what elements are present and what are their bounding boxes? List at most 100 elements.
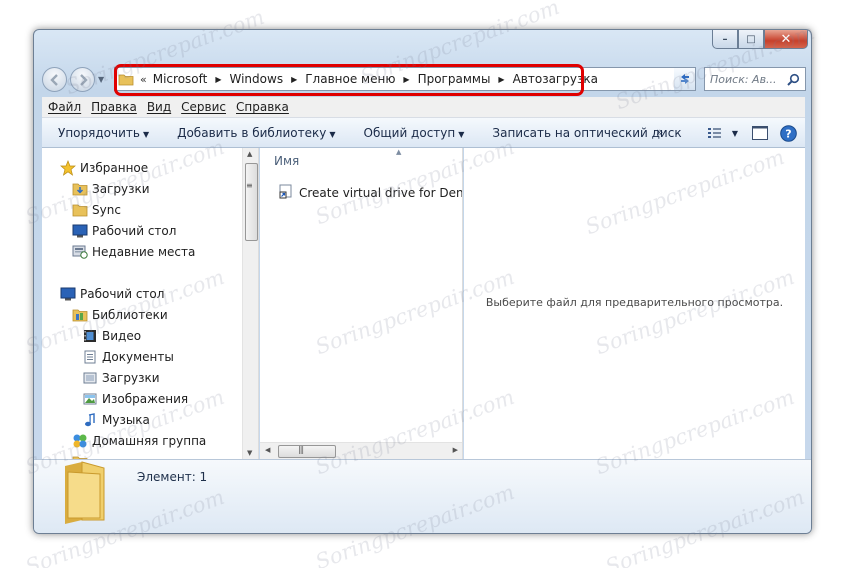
organize-label: Упорядочить [58, 125, 140, 140]
pictures-icon [82, 391, 98, 407]
preview-message: Выберите файл для предварительного просм… [485, 296, 784, 309]
tree-item-video[interactable]: Видео [82, 326, 141, 346]
scroll-left-icon[interactable]: ◀ [265, 446, 270, 454]
menu-file[interactable]: Файл [42, 100, 86, 114]
search-placeholder: Поиск: Ав... [710, 72, 777, 86]
tree-item-partial[interactable] [72, 452, 92, 459]
item-count: Элемент: 1 [137, 470, 208, 484]
folder-icon [72, 202, 88, 218]
recent-places-icon [72, 244, 88, 260]
maximize-button[interactable]: □ [738, 30, 764, 49]
add-to-library-button[interactable]: Добавить в библиотеку ▼ [163, 126, 349, 140]
help-icon[interactable]: ? [780, 124, 797, 142]
scrollbar-thumb[interactable] [278, 445, 336, 458]
tree-item-sync[interactable]: Sync [72, 200, 121, 220]
file-item[interactable]: Create virtual drive for Denwer [278, 183, 463, 202]
chevron-down-icon: ▼ [458, 129, 465, 139]
preview-pane-icon[interactable] [752, 126, 768, 140]
svg-text:?: ? [785, 127, 791, 140]
tree-item-label: Sync [92, 203, 121, 217]
explorer-window: – □ ✕ ▼ « Microsoft ▶ Windows ▶ Главное … [33, 29, 812, 534]
file-list-pane: ▲ Имя Create virtual drive for Denwer ◀ … [260, 148, 463, 459]
tree-item-music[interactable]: Музыка [82, 410, 150, 430]
menu-bar: Файл Правка Вид Сервис Справка [42, 97, 805, 118]
star-icon [60, 160, 76, 176]
folder-icon [72, 181, 88, 197]
sort-caret-icon: ▲ [396, 148, 402, 156]
file-name: Create virtual drive for Denwer [299, 185, 463, 200]
tree-item-label: Загрузки [102, 371, 160, 385]
folder-icon [65, 461, 105, 524]
chevron-down-icon: ▼ [329, 129, 336, 139]
tree-item-label: Видео [102, 329, 142, 343]
scroll-up-icon[interactable]: ▲ [247, 150, 252, 158]
tree-item-label: Рабочий стол [80, 287, 165, 301]
more-commands-button[interactable]: » [656, 125, 663, 139]
tree-item-label: Библиотеки [92, 308, 168, 322]
share-with-button[interactable]: Общий доступ ▼ [350, 126, 479, 140]
scroll-grip-icon: ||| [298, 445, 304, 454]
tree-item-label: Документы [102, 350, 174, 364]
caption-buttons: – □ ✕ [712, 30, 808, 49]
desktop-icon [60, 286, 76, 302]
menu-edit[interactable]: Правка [86, 100, 142, 114]
view-controls: ▼ ? [702, 118, 805, 148]
menu-tools[interactable]: Сервис [176, 100, 231, 114]
arrow-right-icon [80, 74, 88, 86]
menu-view[interactable]: Вид [142, 100, 176, 114]
tree-item-documents[interactable]: Документы [82, 347, 174, 367]
close-button[interactable]: ✕ [764, 30, 808, 49]
scrollbar-thumb[interactable] [245, 163, 258, 241]
column-header-name[interactable]: Имя [274, 154, 299, 168]
scroll-down-icon[interactable]: ▼ [247, 449, 252, 457]
scroll-grip-icon: ≡ [246, 181, 253, 190]
forward-button[interactable] [70, 67, 95, 92]
view-dropdown-icon[interactable]: ▼ [732, 129, 738, 138]
address-bar-highlight [114, 64, 584, 96]
search-input[interactable]: Поиск: Ав... [704, 67, 806, 91]
tree-item-label: Домашняя группа [92, 434, 207, 448]
share-with-label: Общий доступ [363, 125, 456, 140]
tree-item-label: Избранное [80, 161, 149, 175]
tree-item-homegroup[interactable]: Домашняя группа [72, 431, 206, 451]
minimize-button[interactable]: – [712, 30, 738, 49]
preview-pane: Выберите файл для предварительного просм… [464, 148, 805, 459]
tree-item-label: Изображения [102, 392, 189, 406]
arrow-left-icon [50, 74, 58, 86]
details-pane: Элемент: 1 [34, 459, 811, 533]
tree-item-libraries[interactable]: Библиотеки [72, 305, 168, 325]
file-list-hscrollbar[interactable]: ◀ ||| ▶ [260, 442, 462, 459]
search-icon[interactable] [787, 73, 800, 86]
chevron-down-icon: ▼ [142, 129, 150, 139]
menu-help[interactable]: Справка [231, 100, 294, 114]
add-to-library-label: Добавить в библиотеку [177, 125, 327, 140]
tree-item-recent-places[interactable]: Недавние места [72, 242, 195, 262]
refresh-button[interactable] [674, 67, 696, 91]
downloads-icon [82, 370, 98, 386]
tree-item-desktop[interactable]: Рабочий стол [60, 284, 164, 304]
back-button[interactable] [42, 67, 67, 92]
documents-icon [82, 349, 98, 365]
tree-item-label: Загрузки [92, 182, 150, 196]
shortcut-icon [278, 183, 294, 202]
organize-button[interactable]: Упорядочить ▼ [42, 126, 163, 140]
tree-item-label: Недавние места [92, 245, 196, 259]
refresh-icon [680, 74, 689, 84]
tree-item-label: Музыка [102, 413, 150, 427]
tree-item-label: Рабочий стол [92, 224, 177, 238]
video-icon [82, 328, 98, 344]
tree-item-desktop-fav[interactable]: Рабочий стол [72, 221, 176, 241]
command-bar: Упорядочить ▼ Добавить в библиотеку ▼ Общи… [42, 118, 805, 148]
homegroup-icon [72, 433, 88, 449]
view-options-icon[interactable] [707, 127, 726, 139]
tree-item-pictures[interactable]: Изображения [82, 389, 188, 409]
tree-item-downloads[interactable]: Загрузки [72, 179, 150, 199]
desktop-icon [72, 223, 88, 239]
scroll-right-icon[interactable]: ▶ [453, 446, 458, 454]
recent-pages-dropdown[interactable]: ▼ [98, 75, 104, 84]
tree-item-downloads-lib[interactable]: Загрузки [82, 368, 160, 388]
music-icon [82, 412, 98, 428]
navigation-pane: Избранное Загрузки Sync Рабочий стол Нед… [42, 148, 259, 459]
nav-pane-scrollbar[interactable]: ▲ ≡ ▼ [242, 148, 258, 459]
tree-item-favorites[interactable]: Избранное [60, 158, 148, 178]
